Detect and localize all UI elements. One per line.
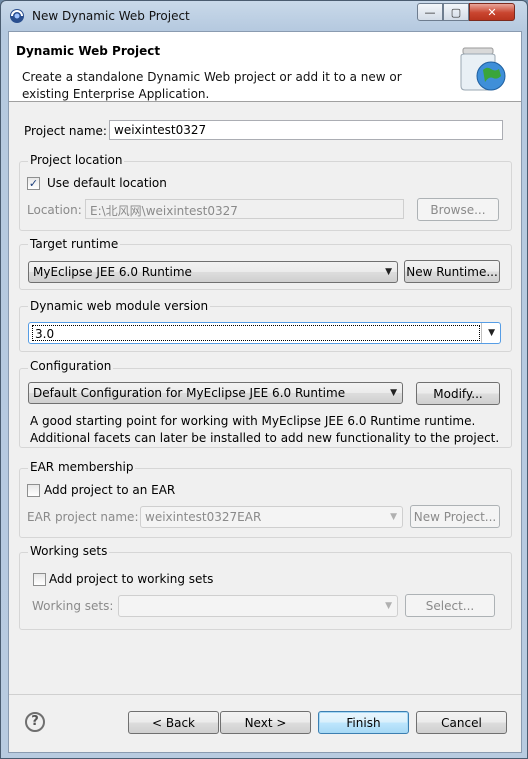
chevron-down-icon: ▼ bbox=[385, 267, 392, 277]
project-name-input[interactable]: weixintest0327 bbox=[109, 120, 503, 140]
use-default-location-checkbox[interactable]: ✓ bbox=[27, 177, 40, 190]
page-title: Dynamic Web Project bbox=[16, 44, 161, 58]
myeclipse-app-icon bbox=[10, 9, 24, 23]
finish-button[interactable]: Finish bbox=[318, 711, 409, 734]
maximize-button[interactable]: ▢ bbox=[443, 3, 469, 21]
ear-project-name-dropdown: weixintest0327EAR ▼ bbox=[140, 506, 403, 528]
ear-project-name-label: EAR project name: bbox=[27, 510, 139, 524]
chevron-down-icon: ▼ bbox=[390, 512, 397, 522]
footer-divider bbox=[9, 694, 521, 695]
use-default-location-label: Use default location bbox=[47, 176, 167, 190]
module-version-group-title: Dynamic web module version bbox=[28, 299, 211, 313]
select-working-sets-button: Select... bbox=[405, 594, 495, 617]
working-sets-group bbox=[19, 552, 512, 630]
target-runtime-selected: MyEclipse JEE 6.0 Runtime bbox=[33, 265, 192, 279]
modify-button[interactable]: Modify... bbox=[416, 382, 500, 405]
maximize-icon: ▢ bbox=[450, 5, 462, 19]
module-version-dropdown[interactable]: 3.0 ▼ bbox=[28, 322, 501, 344]
location-label: Location: bbox=[27, 203, 82, 217]
cancel-button[interactable]: Cancel bbox=[416, 711, 507, 734]
wizard-header: Dynamic Web Project Create a standalone … bbox=[9, 32, 521, 102]
ear-project-name-value: weixintest0327EAR bbox=[145, 510, 262, 524]
configuration-description: A good starting point for working with M… bbox=[30, 414, 500, 445]
working-sets-label: Working sets: bbox=[32, 599, 114, 613]
chevron-down-icon: ▼ bbox=[488, 328, 495, 338]
target-runtime-group-title: Target runtime bbox=[28, 237, 121, 251]
configuration-selected: Default Configuration for MyEclipse JEE … bbox=[33, 386, 346, 400]
web-project-jar-globe-icon bbox=[460, 47, 506, 91]
configuration-dropdown[interactable]: Default Configuration for MyEclipse JEE … bbox=[28, 382, 403, 404]
checkmark-icon: ✓ bbox=[28, 177, 39, 190]
add-to-ear-checkbox[interactable] bbox=[27, 484, 40, 497]
minimize-icon: — bbox=[424, 5, 436, 19]
chevron-down-icon: ▼ bbox=[385, 601, 392, 611]
ear-membership-group-title: EAR membership bbox=[28, 460, 136, 474]
add-to-working-sets-label: Add project to working sets bbox=[49, 572, 214, 586]
module-version-selected: 3.0 bbox=[32, 325, 480, 341]
chevron-down-icon: ▼ bbox=[390, 388, 397, 398]
title-bar[interactable]: New Dynamic Web Project — ▢ ✕ bbox=[1, 1, 527, 31]
project-location-group-title: Project location bbox=[28, 153, 125, 167]
add-to-working-sets-checkbox[interactable] bbox=[33, 573, 46, 586]
minimize-button[interactable]: — bbox=[417, 3, 443, 21]
location-input: E:\北风网\weixintest0327 bbox=[85, 199, 404, 219]
dialog-window: New Dynamic Web Project — ▢ ✕ Dynamic We… bbox=[0, 0, 528, 759]
back-button[interactable]: < Back bbox=[128, 711, 219, 734]
target-runtime-dropdown[interactable]: MyEclipse JEE 6.0 Runtime ▼ bbox=[28, 261, 398, 283]
project-name-label: Project name: bbox=[24, 124, 107, 138]
browse-button: Browse... bbox=[417, 198, 499, 221]
help-icon[interactable]: ? bbox=[25, 712, 45, 732]
working-sets-dropdown: ▼ bbox=[118, 595, 398, 617]
configuration-group-title: Configuration bbox=[28, 359, 114, 373]
page-description: Create a standalone Dynamic Web project … bbox=[22, 70, 402, 101]
working-sets-group-title: Working sets bbox=[28, 544, 110, 558]
add-to-ear-label: Add project to an EAR bbox=[44, 483, 176, 497]
close-icon: ✕ bbox=[487, 5, 497, 19]
dialog-body: Dynamic Web Project Create a standalone … bbox=[8, 31, 522, 753]
window-title: New Dynamic Web Project bbox=[32, 9, 190, 23]
next-button[interactable]: Next > bbox=[220, 711, 311, 734]
close-button[interactable]: ✕ bbox=[469, 3, 515, 21]
new-runtime-button[interactable]: New Runtime... bbox=[404, 260, 500, 283]
new-ear-project-button: New Project... bbox=[410, 505, 500, 528]
